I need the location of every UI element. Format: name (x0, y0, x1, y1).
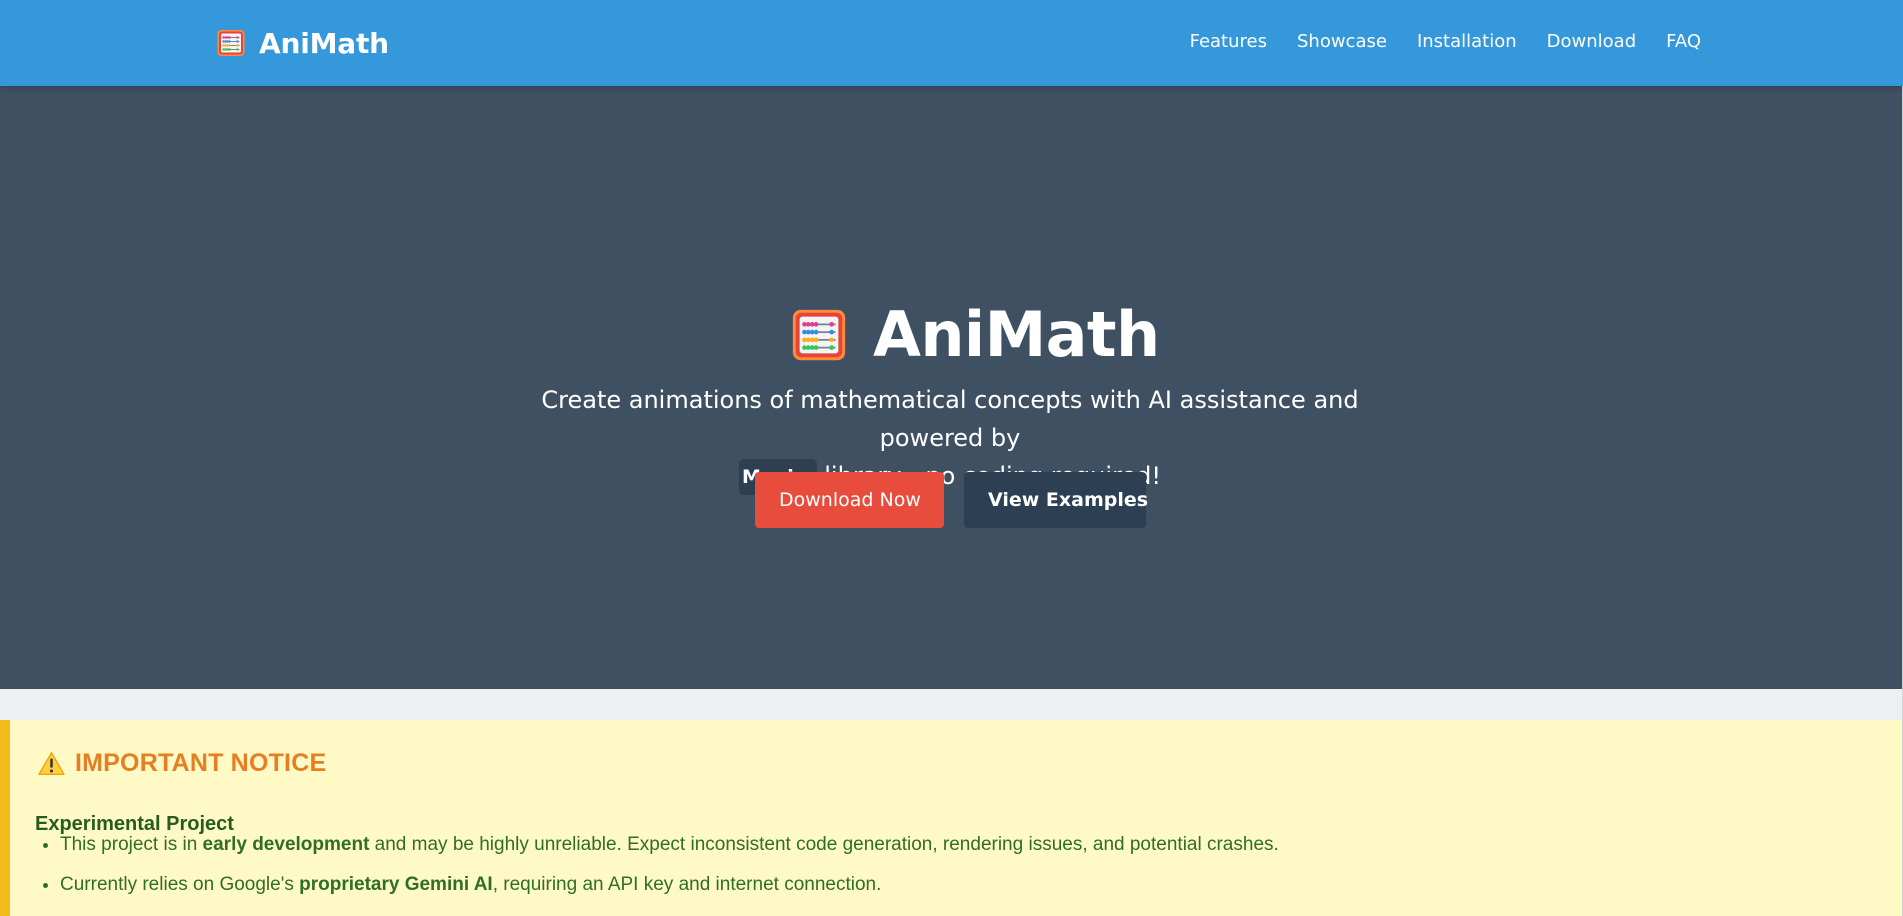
notice-text: and may be highly unreliable. Expect inc… (369, 834, 1279, 855)
top-navigation-bar: AniMath Features Showcase Installation D… (0, 0, 1903, 86)
nav-link-installation[interactable]: Installation (1417, 28, 1517, 56)
notice-emphasis: proprietary Gemini AI (299, 874, 493, 895)
notice-text: This project is in (60, 834, 203, 855)
animath-landing-page: AniMath Features Showcase Installation D… (0, 0, 1903, 916)
important-notice: IMPORTANT NOTICE Experimental Project Th… (0, 720, 1903, 916)
nav-link-showcase[interactable]: Showcase (1297, 28, 1387, 56)
page-viewport: AniMath Features Showcase Installation D… (0, 0, 1903, 916)
nav-link-features[interactable]: Features (1190, 28, 1267, 56)
hero-title: AniMath (873, 297, 1160, 371)
notice-emphasis: early development (202, 834, 370, 855)
nav-link-faq[interactable]: FAQ (1666, 28, 1701, 56)
notice-heading-text: IMPORTANT NOTICE (75, 749, 327, 777)
warning-icon (38, 751, 65, 775)
nav-link-download[interactable]: Download (1547, 28, 1636, 56)
notice-list: This project is in early development and… (35, 832, 1279, 912)
hero-actions: Download Now View Examples (755, 472, 1148, 528)
brand-name: AniMath (259, 26, 389, 60)
section-spacer (0, 689, 1903, 720)
notice-list-item: Currently relies on Google's proprietary… (60, 872, 1279, 898)
notice-heading: IMPORTANT NOTICE (38, 747, 326, 779)
download-now-button[interactable]: Download Now (755, 472, 944, 528)
abacus-icon (217, 30, 245, 56)
view-examples-button[interactable]: View Examples (964, 472, 1148, 528)
notice-list-item: This project is in early development and… (60, 832, 1279, 858)
hero-subtitle-line-1: Create animations of mathematical concep… (541, 386, 1359, 452)
notice-text: Currently relies on Google's (60, 874, 300, 895)
abacus-icon (792, 309, 846, 360)
notice-text: , requiring an API key and internet conn… (492, 874, 882, 895)
brand-home-link[interactable]: AniMath (215, 23, 389, 63)
hero-section: AniMath Create animations of mathematica… (0, 86, 1903, 689)
primary-navigation: Features Showcase Installation Download … (1190, 28, 1701, 56)
